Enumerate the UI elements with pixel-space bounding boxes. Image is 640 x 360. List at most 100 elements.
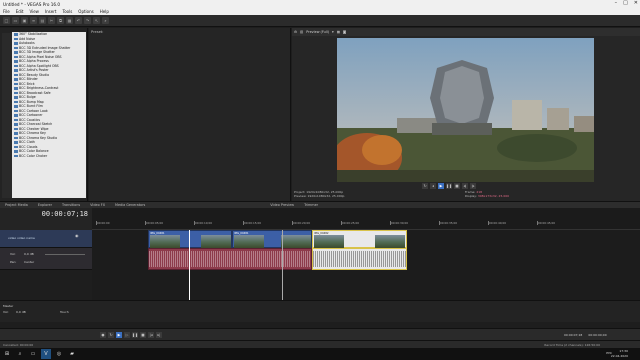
ruler-label: 00:00:00	[97, 221, 110, 225]
time-ruler[interactable]: 00:00:00 00:00:05;00 00:00:10;00 00:00:15;0…	[92, 208, 640, 230]
play-from-start-icon[interactable]: ▶	[116, 331, 122, 338]
gear-icon[interactable]: ⚙	[294, 30, 297, 34]
menu-help[interactable]: Help	[100, 9, 109, 14]
menu-bar: File Edit View Insert Tools Options Help	[0, 8, 640, 15]
timeline-tracks: IMG_00481 IMG_00481 IMG_00482	[92, 230, 640, 300]
start-icon[interactable]: ⊞	[2, 349, 12, 359]
video-track-name[interactable]: video video name	[8, 236, 35, 240]
open-icon[interactable]: ▭	[12, 17, 19, 24]
frame-info: Frame: 218 Display: 308x173x32, 25.000	[465, 190, 565, 198]
folder-icon[interactable]: ▰	[67, 349, 77, 359]
fx-list[interactable]: 360° Stabilization Add Noise Autolooks BCC …	[12, 32, 86, 198]
vegas-app-icon[interactable]: V	[41, 349, 51, 359]
clip-thumbnail	[281, 235, 311, 248]
video-preview-pane: ⚙ ▥ Preview (Full) ▾ ▦ ◙ ↻ ◂ ▶ ❚❚ ■ ◂| |…	[292, 28, 640, 201]
cut-icon[interactable]: ✂	[48, 17, 55, 24]
zoom-tool-icon[interactable]: ⌕	[102, 17, 109, 24]
rewind-icon[interactable]: ◂	[430, 183, 436, 189]
clock-date: 22.04.2020	[610, 354, 628, 358]
split-screen-icon[interactable]: ▥	[300, 30, 303, 34]
menu-tools[interactable]: Tools	[62, 9, 72, 14]
audio-clip[interactable]	[148, 248, 312, 270]
video-track-header[interactable]: video video name ◉	[0, 230, 92, 248]
menu-file[interactable]: File	[3, 9, 10, 14]
loop-playback-icon[interactable]: ↻	[108, 331, 114, 338]
automation-mode[interactable]: Touch	[60, 310, 69, 314]
next-frame-icon[interactable]: |▸	[470, 183, 476, 189]
audio-waveform	[149, 251, 311, 267]
ruler-label: 00:00:35;00	[440, 221, 458, 225]
end-time: 00:00:07;18	[564, 332, 583, 337]
menu-edit[interactable]: Edit	[16, 9, 24, 14]
preview-info-res: Preview: 1920x1080x32, 25.000p	[294, 193, 345, 198]
clip-thumbnail	[201, 235, 231, 248]
preview-info: Project: 1920x1080x32, 25.000p Preview: …	[294, 190, 454, 198]
preview-quality[interactable]: Preview (Full)	[306, 30, 329, 34]
language-indicator[interactable]: РУС	[606, 351, 612, 355]
loop-icon[interactable]: ↻	[422, 183, 428, 189]
clip-thumbnail	[375, 235, 405, 248]
timeline-header: 00:00:07;18	[0, 208, 92, 230]
playhead[interactable]	[189, 230, 190, 300]
video-clip[interactable]: IMG_00481	[148, 230, 232, 248]
menu-insert[interactable]: Insert	[45, 9, 56, 14]
new-icon[interactable]: □	[3, 17, 10, 24]
video-clip-selected[interactable]: IMG_00482	[312, 230, 407, 248]
maximize-icon[interactable]: □	[623, 0, 628, 8]
stop-icon[interactable]: ■	[454, 183, 460, 189]
chevron-down-icon[interactable]: ▾	[332, 30, 334, 34]
browser-icon[interactable]: ◎	[54, 349, 64, 359]
stop-icon[interactable]: ■	[140, 331, 146, 338]
search-icon[interactable]: ⌕	[15, 349, 25, 359]
render-icon[interactable]: ▤	[39, 17, 46, 24]
paste-icon[interactable]: ▦	[66, 17, 73, 24]
save-icon[interactable]: ▣	[21, 17, 28, 24]
overlay-icon[interactable]: ▦	[337, 30, 340, 34]
clip-thumbnail	[150, 235, 180, 248]
prev-frame-icon[interactable]: ◂|	[462, 183, 468, 189]
undo-icon[interactable]: ↶	[75, 17, 82, 24]
record-icon[interactable]: ●	[100, 331, 106, 338]
pan-label: Pan:	[10, 260, 17, 264]
windows-taskbar: ⊞ ⌕ ▭ V ◎ ▰	[0, 348, 640, 360]
play-icon[interactable]: ▶	[438, 183, 444, 189]
pause-icon[interactable]: ❚❚	[446, 183, 452, 189]
go-to-start-icon[interactable]: |◂	[148, 331, 154, 338]
window-controls: – □ ✕	[615, 0, 638, 8]
fx-list-item[interactable]: BCC Color Choker	[12, 154, 86, 159]
snapshot-icon[interactable]: ◙	[343, 30, 346, 34]
edit-tool-icon[interactable]: ↖	[93, 17, 100, 24]
copy-icon[interactable]: ⧉	[57, 17, 64, 24]
ruler-label: 00:00:20;00	[293, 221, 311, 225]
ruler-label: 00:00:45;00	[538, 221, 556, 225]
fx-category-tree[interactable]	[2, 33, 12, 198]
system-clock: 17:30 22.04.2020	[611, 349, 628, 359]
play-icon[interactable]: ▷	[124, 331, 130, 338]
close-icon[interactable]: ✕	[634, 0, 638, 8]
task-view-icon[interactable]: ▭	[28, 349, 38, 359]
cursor-timecode: 00:00:07;18	[41, 210, 88, 218]
menu-view[interactable]: View	[29, 9, 39, 14]
menu-options[interactable]: Options	[78, 9, 93, 14]
display-label: Display:	[465, 193, 477, 198]
selection-length: 00:00:00;00	[588, 332, 607, 337]
pause-icon[interactable]: ❚❚	[132, 331, 138, 338]
window-docking-tabs: Project Media Explorer Transitions Video…	[0, 201, 640, 208]
video-fx-pane: 360° Stabilization Add Noise Autolooks BCC …	[0, 28, 88, 201]
preset-label: Preset:	[91, 30, 104, 34]
video-clip[interactable]: IMG_00481	[232, 230, 312, 248]
pan-value: Center	[24, 260, 35, 264]
minimize-icon[interactable]: –	[615, 0, 618, 8]
master-label: Master	[3, 304, 14, 308]
redo-icon[interactable]: ↷	[84, 17, 91, 24]
mute-icon[interactable]: ◉	[75, 233, 79, 238]
main-toolbar: □ ▭ ▣ ≡ ▤ ✂ ⧉ ▦ ↶ ↷ ↖ ⌕	[0, 15, 640, 27]
status-bar: Cancelled: 00:00:00 Record Time (2 chann…	[0, 340, 640, 348]
ruler-label: 00:00:10;00	[195, 221, 213, 225]
audio-track-header[interactable]: Vol: 0,0 dB Pan: Center	[0, 248, 92, 270]
go-to-end-icon[interactable]: ▸|	[156, 331, 162, 338]
volume-slider[interactable]	[45, 254, 85, 255]
properties-icon[interactable]: ≡	[30, 17, 37, 24]
display-value: 308x173x32, 25.000	[477, 193, 510, 198]
audio-clip-selected[interactable]	[312, 248, 407, 270]
